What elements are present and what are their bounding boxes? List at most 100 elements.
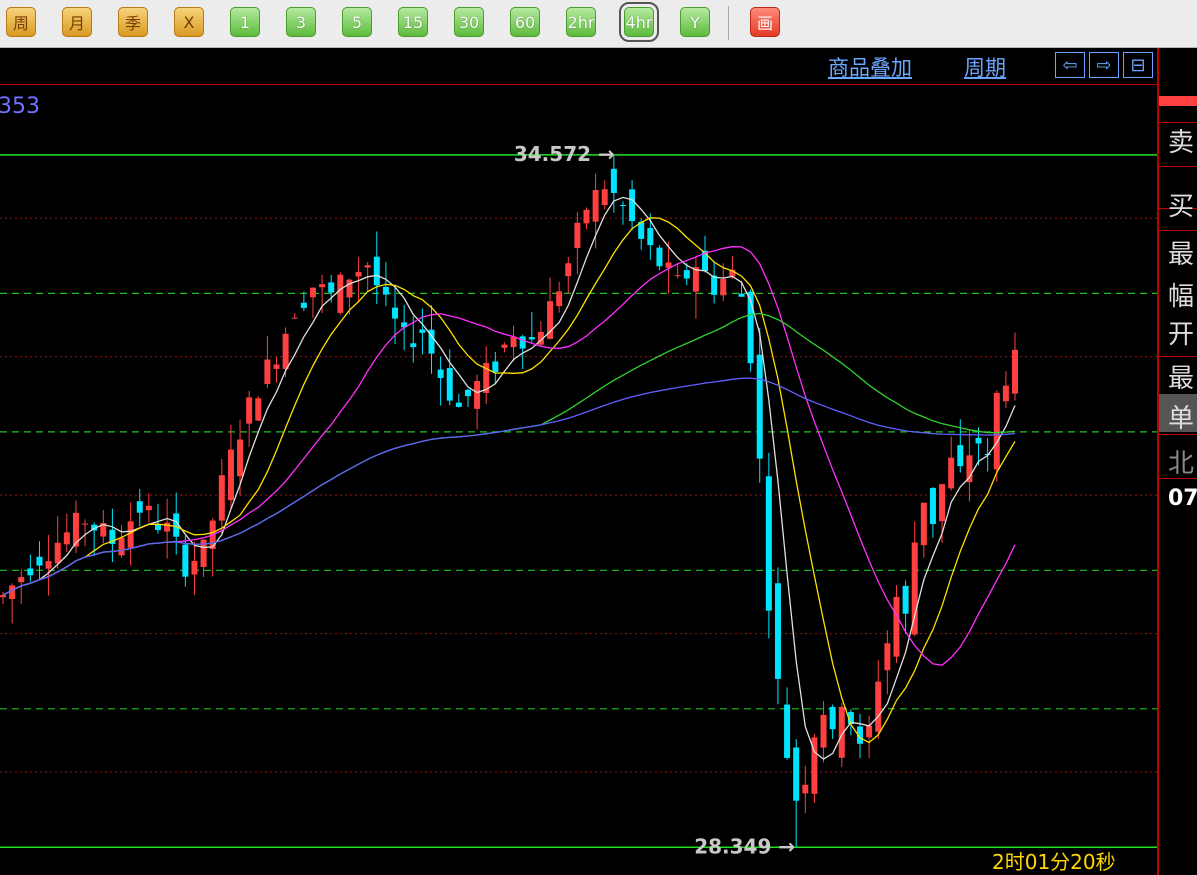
- candle-body: [939, 484, 946, 522]
- price-chart: 34.572 → 28.349 → 353: [0, 94, 1157, 858]
- panel-divider: [1159, 166, 1197, 167]
- candle-body: [36, 556, 43, 566]
- candle-body: [246, 397, 253, 424]
- period-button-15[interactable]: 15: [398, 7, 428, 37]
- period-button-3[interactable]: 3: [286, 7, 316, 37]
- moving-average-line: [2, 246, 1016, 666]
- period-button-Y[interactable]: Y: [680, 7, 710, 37]
- candle-body: [802, 784, 809, 794]
- candle-body: [54, 542, 61, 564]
- candle-body: [237, 439, 244, 477]
- countdown-timer: 2时01分20秒: [992, 850, 1116, 874]
- candle-body: [884, 643, 891, 671]
- period-button-4hr[interactable]: 4hr: [619, 2, 659, 42]
- candle-body: [993, 392, 1000, 470]
- candle-body: [866, 725, 873, 738]
- low-price-label: 28.349 →: [694, 834, 795, 858]
- arrow-right-icon[interactable]: ⇨: [1089, 52, 1119, 78]
- moving-average-line: [2, 377, 1016, 596]
- candle-body: [920, 502, 927, 546]
- candle-body: [601, 189, 608, 205]
- high-price-label: 34.572 →: [514, 142, 615, 166]
- candle-body: [355, 272, 362, 277]
- candle-body: [145, 505, 152, 511]
- panel-top-bar: [1159, 96, 1197, 106]
- candle-body: [519, 336, 526, 349]
- period-button-画[interactable]: 画: [750, 7, 780, 37]
- candle-body: [154, 524, 161, 530]
- candle-body: [309, 287, 316, 298]
- candle-body: [63, 532, 70, 545]
- candle-body: [592, 190, 599, 222]
- candle-body: [182, 544, 189, 577]
- candle-body: [328, 282, 335, 293]
- candle-body: [556, 291, 563, 307]
- candle-body: [282, 333, 289, 370]
- candle-body: [273, 364, 280, 369]
- period-button-30[interactable]: 30: [454, 7, 484, 37]
- candle-body: [829, 707, 836, 730]
- candle-body: [501, 344, 508, 348]
- candle-body: [711, 275, 718, 295]
- candle-body: [893, 596, 900, 657]
- arrow-left-icon[interactable]: ⇦: [1055, 52, 1085, 78]
- moving-average-line: [2, 312, 1016, 596]
- candle-body: [583, 209, 590, 224]
- candle-body: [629, 189, 636, 222]
- candle-body: [446, 368, 453, 401]
- candle-body: [118, 537, 125, 556]
- period-button-2hr[interactable]: 2hr: [566, 7, 596, 37]
- candle-body: [756, 354, 763, 459]
- candle-body: [492, 361, 499, 373]
- panel-item: 幅: [1168, 282, 1195, 312]
- period-button-5[interactable]: 5: [342, 7, 372, 37]
- candle-body: [610, 168, 617, 193]
- period-button-X[interactable]: X: [174, 7, 204, 37]
- candle-body: [656, 247, 663, 267]
- period-link[interactable]: 周期: [964, 52, 1006, 82]
- candle-body: [191, 560, 198, 575]
- candle-body: [419, 329, 426, 333]
- period-toolbar: 周月季 X 1 3 5 15 30 60 2hr 4hr Y 画: [0, 0, 1197, 48]
- candle-body: [291, 317, 298, 319]
- period-button-1[interactable]: 1: [230, 7, 260, 37]
- candle-body: [227, 449, 234, 501]
- candle-body: [902, 585, 909, 614]
- candle-body: [784, 704, 791, 758]
- candle-body: [45, 561, 52, 569]
- chart-top-bar: 商品叠加 周期 ⇦ ⇨ ⊟: [0, 48, 1157, 85]
- panel-item: 最: [1168, 364, 1195, 394]
- candle-body: [218, 475, 225, 521]
- candle-body: [820, 714, 827, 748]
- candle-body: [382, 286, 389, 295]
- candle-body: [474, 381, 481, 409]
- panel-item: 卖: [1168, 128, 1195, 158]
- candle-body: [619, 204, 626, 206]
- quote-panel: 卖买最幅开最单北 07: [1157, 48, 1197, 875]
- layout-icon[interactable]: ⊟: [1123, 52, 1153, 78]
- candle-body: [300, 302, 307, 308]
- period-button-周[interactable]: 周: [6, 7, 36, 37]
- panel-item: 买: [1168, 192, 1195, 222]
- candle-body: [346, 279, 353, 298]
- candle-body: [164, 522, 171, 532]
- candle-body: [27, 568, 34, 576]
- candle-body: [720, 279, 727, 296]
- candle-body: [9, 585, 16, 600]
- left-value-label: 353: [0, 94, 40, 119]
- period-button-60[interactable]: 60: [510, 7, 540, 37]
- period-button-季[interactable]: 季: [118, 7, 148, 37]
- candle-body: [948, 457, 955, 489]
- panel-item: 最: [1168, 240, 1195, 270]
- candle-body: [82, 523, 89, 525]
- candle-body: [410, 343, 417, 348]
- candle-body: [647, 228, 654, 246]
- candle-body: [1012, 349, 1018, 394]
- candle-body: [255, 398, 262, 421]
- candle-body: [1002, 385, 1009, 402]
- candle-body: [373, 256, 380, 286]
- moving-average-line: [2, 217, 1016, 744]
- overlay-link[interactable]: 商品叠加: [828, 52, 912, 82]
- period-button-月[interactable]: 月: [62, 7, 92, 37]
- candle-body: [957, 445, 964, 467]
